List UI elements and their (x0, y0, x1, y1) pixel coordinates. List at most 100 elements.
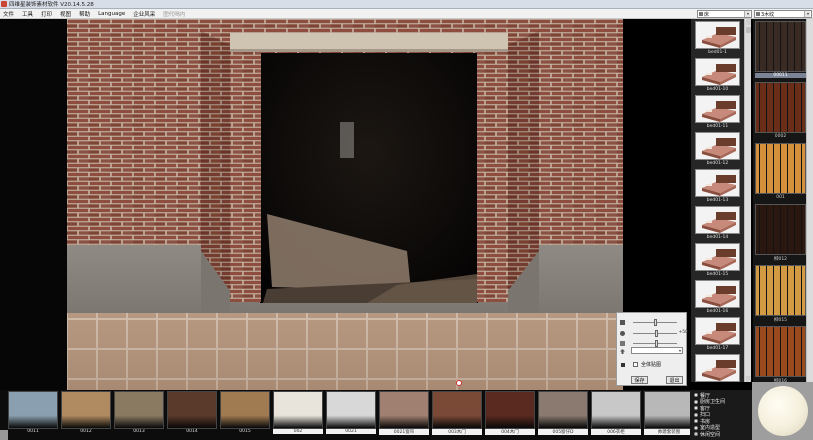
save-button[interactable]: 保存 (631, 376, 648, 384)
radio-button[interactable] (694, 406, 698, 411)
radio-button[interactable] (694, 393, 698, 398)
scene-thumbnail[interactable]: 004木门 (485, 391, 535, 438)
model-item[interactable]: bed01-13 (693, 169, 742, 207)
scroll-up-icon[interactable] (746, 19, 751, 25)
model-item[interactable]: bed01-15 (693, 243, 742, 281)
model-item[interactable]: bed01-17 (693, 317, 742, 355)
app-window: 四维星装饰素材软件 V20.14.5.28 文件 工具 打印 视图 帮助 Language… (0, 0, 813, 440)
scene-thumbnail[interactable]: 0014 (167, 391, 217, 438)
material-list-scrollbar[interactable] (806, 19, 813, 382)
chevron-down-icon[interactable] (804, 11, 810, 17)
flag-icon (621, 362, 625, 367)
bed-model-thumbnail[interactable] (695, 21, 740, 49)
scroll-down-icon[interactable] (746, 376, 751, 382)
model-item[interactable]: bed01-1 (693, 21, 742, 59)
scene-viewport[interactable] (67, 19, 623, 390)
bed-model-thumbnail[interactable] (695, 317, 740, 345)
wood-texture-swatch[interactable] (755, 204, 806, 255)
bed-model-thumbnail[interactable] (695, 354, 740, 382)
scene-thumbnail-image[interactable] (273, 391, 323, 429)
wood-texture-swatch[interactable] (755, 82, 806, 133)
menu-item-6[interactable]: 企业风采 (133, 10, 155, 18)
scene-thumbnail[interactable]: 0012 (61, 391, 111, 438)
scene-thumbnail-image[interactable] (538, 391, 588, 429)
material-item[interactable]: 00011 (755, 21, 806, 81)
model-item[interactable]: bed01-16 (693, 280, 742, 318)
material-item[interactable]: 柳016 (755, 326, 806, 382)
lintel-shadow (230, 49, 508, 52)
left-dark-margin (0, 19, 67, 390)
texture-mode-select[interactable] (631, 347, 683, 354)
scene-thumbnail[interactable]: 0013 (114, 391, 164, 438)
wood-texture-swatch[interactable] (755, 143, 806, 194)
radio-button[interactable] (694, 399, 698, 404)
strip-scroll-left[interactable] (0, 430, 8, 440)
model-item[interactable]: bed01-11 (693, 95, 742, 133)
model-category-select[interactable]: 床 (697, 10, 752, 18)
menu-item-1[interactable]: 工具 (22, 10, 33, 18)
scene-thumbnail-image[interactable] (485, 391, 535, 429)
scene-thumbnail-image[interactable] (326, 391, 376, 429)
radio-button[interactable] (694, 419, 698, 424)
material-item[interactable]: 柳015 (755, 265, 806, 325)
scene-thumbnail-image[interactable] (8, 391, 58, 429)
scene-thumbnail-image[interactable] (167, 391, 217, 429)
bed-model-thumbnail[interactable] (695, 95, 740, 123)
contrast-slider[interactable]: +50 (619, 329, 688, 338)
scene-thumbnail-image[interactable] (379, 391, 429, 429)
model-item[interactable]: bed01-12 (693, 132, 742, 170)
slider-knob[interactable] (654, 319, 658, 326)
menu-item-5[interactable]: Language (98, 11, 125, 17)
radio-button[interactable] (694, 412, 698, 417)
bed-model-thumbnail[interactable] (695, 206, 740, 234)
exit-button[interactable]: 退出 (666, 376, 683, 384)
material-item[interactable]: 柳012 (755, 204, 806, 264)
scene-thumbnail[interactable]: 005窗仔D (538, 391, 588, 438)
scene-thumbnail-image[interactable] (220, 391, 270, 429)
scene-thumbnail[interactable]: 帅建套装图 (644, 391, 694, 438)
wood-texture-swatch[interactable] (755, 21, 806, 72)
scene-thumbnail[interactable]: 0021 (326, 391, 376, 438)
scene-render[interactable] (67, 19, 623, 390)
bed-model-thumbnail[interactable] (695, 169, 740, 197)
radio-button[interactable] (694, 425, 698, 430)
scene-thumbnail[interactable]: 0015 (220, 391, 270, 438)
material-item[interactable]: 0002 (755, 82, 806, 142)
scene-thumbnail[interactable]: 0011 (8, 391, 58, 438)
model-item[interactable]: bed01-14 (693, 206, 742, 244)
chevron-down-icon[interactable] (744, 11, 750, 17)
scene-thumbnail[interactable]: 003木门 (432, 391, 482, 438)
slider-knob[interactable] (655, 330, 659, 337)
wood-texture-swatch[interactable] (755, 326, 806, 377)
model-list-scrollbar[interactable] (744, 19, 751, 382)
scene-thumbnail[interactable]: 006衣柜 (591, 391, 641, 438)
scroll-thumb[interactable] (746, 27, 751, 33)
bed-model-thumbnail[interactable] (695, 58, 740, 86)
material-category-select[interactable]: 3木纹 (754, 10, 812, 18)
scene-thumbnail[interactable]: 002 (273, 391, 323, 438)
wood-texture-swatch[interactable] (755, 265, 806, 316)
scene-thumbnail-image[interactable] (644, 391, 694, 429)
room-category-list: 餐厅 厨房卫生间 客厅 扫口 书房 室内造型 休闲空间 (690, 390, 752, 440)
menu-item-0[interactable]: 文件 (3, 10, 14, 18)
radio-button[interactable] (694, 432, 698, 437)
material-item[interactable]: 001 (755, 143, 806, 203)
model-item[interactable]: bed01-18 (693, 354, 742, 382)
brightness-slider[interactable] (619, 318, 685, 327)
bed-model-thumbnail[interactable] (695, 280, 740, 308)
scene-thumbnail-image[interactable] (61, 391, 111, 429)
slider-knob[interactable] (655, 340, 659, 347)
scene-thumbnail-image[interactable] (591, 391, 641, 429)
menu-item-4[interactable]: 帮助 (79, 10, 90, 18)
scene-thumbnail-image[interactable] (432, 391, 482, 429)
menu-item-2[interactable]: 打印 (41, 10, 52, 18)
scene-thumbnail-image[interactable] (114, 391, 164, 429)
full-map-checkbox[interactable] (633, 362, 638, 367)
window-title: 四维星装饰素材软件 V20.14.5.28 (9, 2, 94, 8)
room-category-option[interactable]: 休闲空间 (690, 431, 752, 438)
scene-thumbnail[interactable]: 0021窗帘 (379, 391, 429, 438)
bed-model-thumbnail[interactable] (695, 243, 740, 271)
model-item[interactable]: bed01-10 (693, 58, 742, 96)
menu-item-3[interactable]: 视图 (60, 10, 71, 18)
bed-model-thumbnail[interactable] (695, 132, 740, 160)
